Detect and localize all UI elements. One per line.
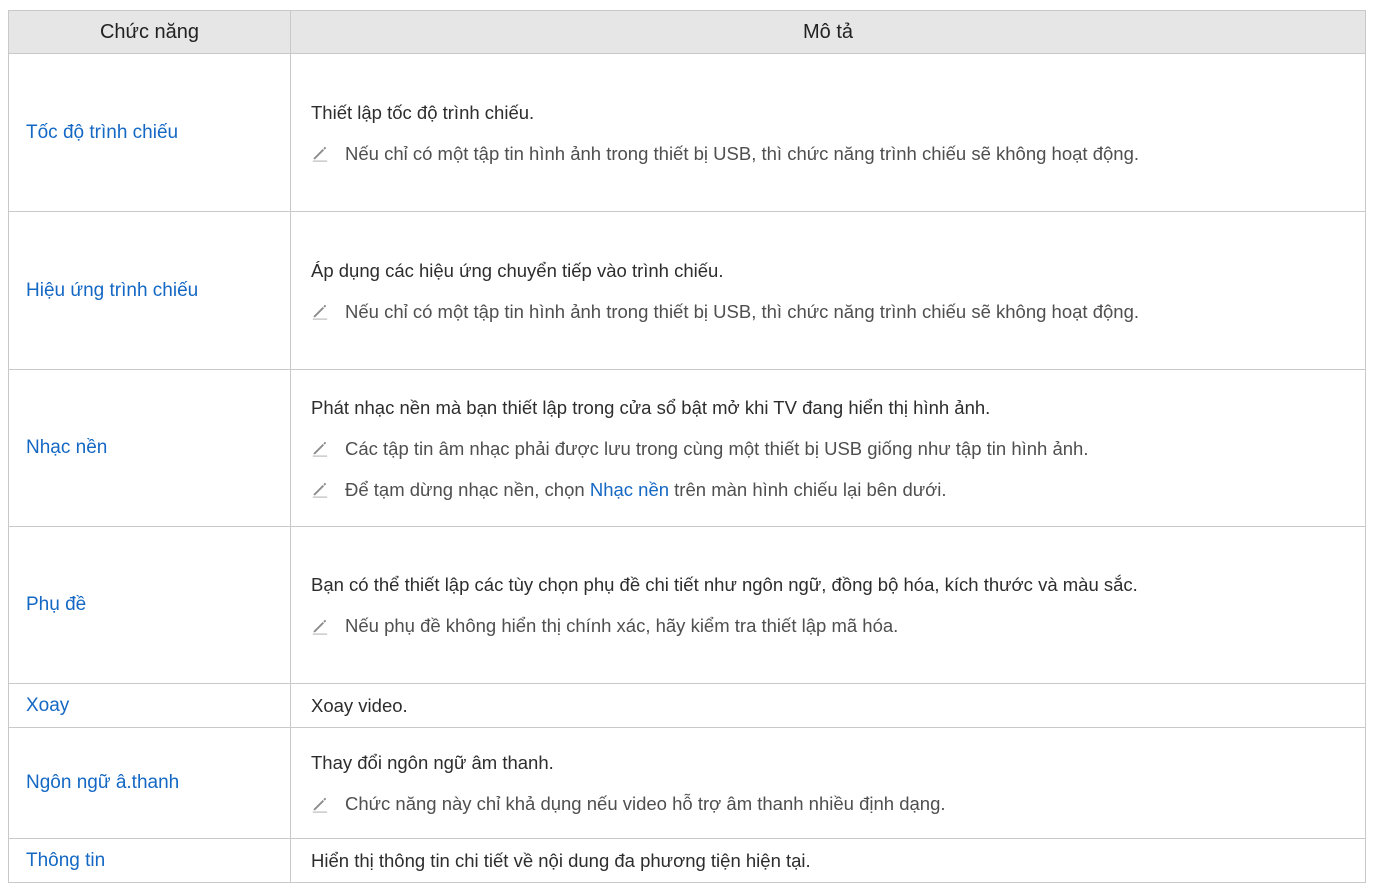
note-text: Nếu phụ đề không hiển thị chính xác, hãy…	[345, 615, 899, 636]
note-text: Chức năng này chỉ khả dụng nếu video hỗ …	[345, 793, 946, 814]
pencil-icon	[311, 295, 345, 328]
pencil-icon	[311, 137, 345, 170]
note-text: Nếu chỉ có một tập tin hình ảnh trong th…	[345, 300, 1139, 322]
table-row: Thông tin Hiển thị thông tin chi tiết về…	[8, 838, 1366, 883]
note-text-after: trên màn hình chiếu lại bên dưới.	[669, 478, 947, 500]
description-cell: Bạn có thể thiết lập các tùy chọn phụ đề…	[290, 526, 1366, 684]
pencil-icon	[311, 432, 345, 465]
note: Nếu chỉ có một tập tin hình ảnh trong th…	[311, 295, 1335, 328]
function-table: Chức năng Mô tả Tốc độ trình chiếu Thiết…	[8, 10, 1366, 883]
description-cell: Xoay video.	[290, 683, 1366, 728]
table-row: Nhạc nền Phát nhạc nền mà bạn thiết lập …	[8, 369, 1366, 527]
table-row: Xoay Xoay video.	[8, 683, 1366, 728]
function-name: Nhạc nền	[8, 369, 291, 527]
description-text: Áp dụng các hiệu ứng chuyển tiếp vào trì…	[311, 259, 724, 281]
note: Để tạm dừng nhạc nền, chọn Nhạc nền trên…	[311, 473, 1335, 506]
description-text: Thiết lập tốc độ trình chiếu.	[311, 101, 535, 123]
note: Nếu chỉ có một tập tin hình ảnh trong th…	[311, 137, 1335, 170]
table-row: Ngôn ngữ â.thanh Thay đổi ngôn ngữ âm th…	[8, 727, 1366, 839]
function-name: Tốc độ trình chiếu	[8, 53, 291, 212]
function-name: Xoay	[8, 683, 291, 728]
description-cell: Áp dụng các hiệu ứng chuyển tiếp vào trì…	[290, 211, 1366, 370]
description-cell: Hiển thị thông tin chi tiết về nội dung …	[290, 838, 1366, 883]
description-cell: Phát nhạc nền mà bạn thiết lập trong cửa…	[290, 369, 1366, 527]
description-text: Hiển thị thông tin chi tiết về nội dung …	[311, 850, 811, 871]
pencil-icon	[311, 787, 345, 820]
function-name: Hiệu ứng trình chiếu	[8, 211, 291, 370]
description-text: Thay đổi ngôn ngữ âm thanh.	[311, 752, 554, 773]
function-name: Phụ đề	[8, 526, 291, 684]
function-name: Thông tin	[8, 838, 291, 883]
description-text: Xoay video.	[311, 695, 408, 716]
note-text: Để tạm dừng nhạc nền, chọn Nhạc nền trên…	[345, 473, 1335, 506]
description-text: Bạn có thể thiết lập các tùy chọn phụ đề…	[311, 574, 1138, 595]
table-row: Phụ đề Bạn có thể thiết lập các tùy chọn…	[8, 526, 1366, 684]
header-description: Mô tả	[290, 10, 1366, 54]
menu-link-nhac-nen[interactable]: Nhạc nền	[590, 479, 669, 500]
table-header-row: Chức năng Mô tả	[8, 10, 1366, 54]
table-row: Hiệu ứng trình chiếu Áp dụng các hiệu ứn…	[8, 211, 1366, 370]
header-function: Chức năng	[8, 10, 291, 54]
note: Chức năng này chỉ khả dụng nếu video hỗ …	[311, 787, 1335, 820]
pencil-icon	[311, 473, 345, 506]
note: Các tập tin âm nhạc phải được lưu trong …	[311, 432, 1335, 465]
note-text-before: Để tạm dừng nhạc nền, chọn	[345, 478, 590, 500]
pencil-icon	[311, 609, 345, 642]
note: Nếu phụ đề không hiển thị chính xác, hãy…	[311, 609, 1335, 642]
table-row: Tốc độ trình chiếu Thiết lập tốc độ trìn…	[8, 53, 1366, 212]
description-cell: Thiết lập tốc độ trình chiếu. Nếu chỉ có…	[290, 53, 1366, 212]
note-text: Các tập tin âm nhạc phải được lưu trong …	[345, 437, 1089, 459]
function-name: Ngôn ngữ â.thanh	[8, 727, 291, 839]
note-text: Nếu chỉ có một tập tin hình ảnh trong th…	[345, 142, 1139, 164]
description-cell: Thay đổi ngôn ngữ âm thanh. Chức năng nà…	[290, 727, 1366, 839]
description-text: Phát nhạc nền mà bạn thiết lập trong cửa…	[311, 396, 991, 418]
